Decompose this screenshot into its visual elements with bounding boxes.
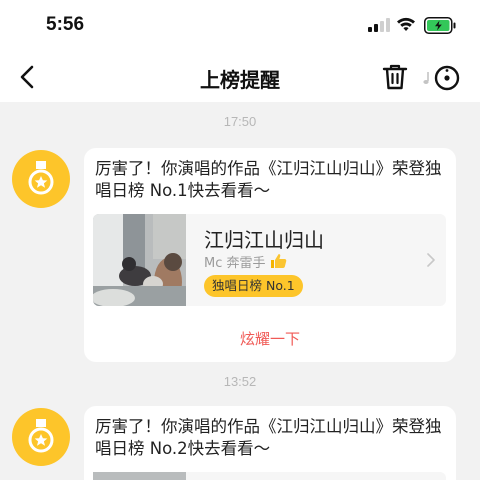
singer-name: Mc 奔雷手 [204,256,266,271]
avatar [12,150,70,208]
album-cover-image [93,472,186,480]
timestamp: 13:52 [223,374,257,389]
timestamp: 17:50 [223,114,257,129]
trash-icon[interactable] [382,63,408,91]
message-card: 厉害了！你演唱的作品《江归江山归山》荣登独唱日榜 No.1快去看看～ 江归江山归… [84,148,456,362]
song-card-partial[interactable] [93,472,446,480]
show-off-button[interactable]: 炫耀一下 [84,328,456,349]
thumbs-up-icon [270,254,286,268]
singer-row: Mc 奔雷手 [204,252,287,271]
message-text: 厉害了！你演唱的作品《江归江山归山》荣登独唱日榜 No.1快去看看～ [95,159,442,200]
nav-bar: 上榜提醒 [0,52,480,102]
rank-badge: 独唱日榜 No.1 [204,275,303,297]
song-card[interactable]: 江归江山归山 Mc 奔雷手 独唱日榜 No.1 [93,214,446,306]
message-card: 厉害了！你演唱的作品《江归江山归山》荣登独唱日榜 No.2快去看看～ [84,406,456,480]
more-icon[interactable] [420,64,462,92]
message-text: 厉害了！你演唱的作品《江归江山归山》荣登独唱日榜 No.2快去看看～ [95,417,442,458]
song-title: 江归江山归山 [204,228,324,252]
medal-icon [28,419,54,453]
avatar [12,408,70,466]
battery-icon [424,17,456,34]
signal-icon [368,18,390,32]
chevron-right-icon [427,253,435,267]
album-cover-image [93,214,186,306]
status-bar: 5:56 [0,0,480,52]
wifi-icon [397,17,415,31]
page-title: 上榜提醒 [200,68,280,92]
status-time: 5:56 [46,14,85,35]
medal-icon [28,161,54,195]
